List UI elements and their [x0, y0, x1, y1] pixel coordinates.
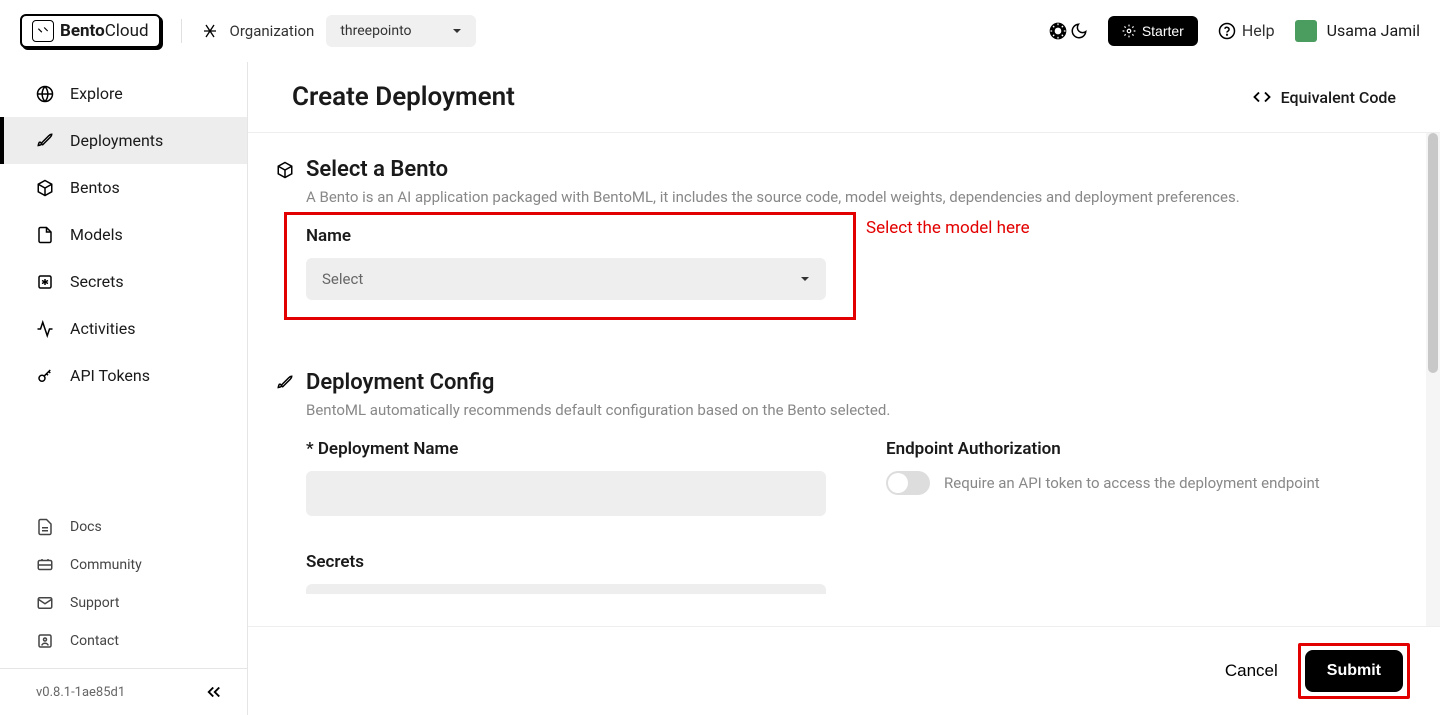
rocket-icon [36, 132, 54, 150]
sidebar-item-label: Explore [70, 84, 123, 103]
sidebar-item-label: Contact [70, 633, 119, 649]
sidebar-item-explore[interactable]: Explore [0, 70, 247, 117]
box-icon [36, 179, 54, 197]
org-value: threepointo [340, 23, 411, 39]
help-link[interactable]: Help [1218, 21, 1275, 40]
file-icon [36, 226, 54, 244]
avatar [1295, 20, 1317, 42]
starter-label: Starter [1142, 23, 1184, 39]
name-label: Name [306, 226, 1396, 246]
section-title-config: Deployment Config [306, 370, 494, 395]
scrollbar-track[interactable] [1426, 133, 1440, 626]
caret-down-icon [800, 274, 810, 284]
sidebar-item-docs[interactable]: Docs [0, 508, 247, 546]
theme-toggle[interactable] [1048, 21, 1088, 41]
world-icon [36, 85, 54, 103]
activity-icon [36, 320, 54, 338]
logo-icon [32, 20, 54, 42]
annotation-text-select: Select the model here [866, 218, 1030, 238]
scrollbar-thumb[interactable] [1428, 133, 1438, 373]
version-label: v0.8.1-1ae85d1 [36, 685, 125, 700]
org-label: Organization [230, 22, 315, 40]
doc-icon [36, 518, 54, 536]
equiv-code-label: Equivalent Code [1281, 88, 1396, 107]
support-icon [36, 594, 54, 612]
sidebar-item-support[interactable]: Support [0, 584, 247, 622]
user-name: Usama Jamil [1327, 21, 1420, 40]
main-content: Create Deployment Equivalent Code Select… [248, 62, 1440, 715]
sidebar-item-label: Bentos [70, 178, 120, 197]
logo-text-thin: Cloud [105, 21, 149, 41]
code-icon [1253, 88, 1271, 106]
secrets-field-partial[interactable] [306, 584, 826, 594]
sidebar-item-secrets[interactable]: Secrets [0, 258, 247, 305]
org-selector[interactable]: threepointo [326, 15, 475, 47]
section-desc-config: BentoML automatically recommends default… [306, 401, 1396, 419]
sidebar-item-api-tokens[interactable]: API Tokens [0, 352, 247, 399]
endpoint-auth-desc: Require an API token to access the deplo… [944, 474, 1320, 492]
logo-text-bold: Bento [60, 21, 105, 41]
org-icon [202, 23, 218, 39]
key-icon [36, 367, 54, 385]
collapse-sidebar-button[interactable] [205, 683, 223, 701]
box-icon [276, 161, 294, 179]
sidebar-item-bentos[interactable]: Bentos [0, 164, 247, 211]
sidebar-item-label: API Tokens [70, 366, 150, 385]
asterisk-icon [36, 273, 54, 291]
sidebar-item-label: Models [70, 225, 123, 244]
sidebar-item-community[interactable]: Community [0, 546, 247, 584]
annotation-box-submit: Submit [1298, 643, 1410, 699]
header-divider [181, 19, 182, 43]
section-title-bento: Select a Bento [306, 157, 448, 182]
user-menu[interactable]: Usama Jamil [1295, 20, 1420, 42]
select-placeholder: Select [322, 270, 363, 288]
deployment-name-input[interactable] [306, 471, 826, 516]
rocket-icon [276, 374, 294, 392]
sidebar: Explore Deployments Bentos Models Secret… [0, 62, 248, 715]
page-title: Create Deployment [292, 82, 515, 112]
bento-name-select[interactable]: Select [306, 258, 826, 300]
help-label: Help [1242, 21, 1275, 40]
starter-button[interactable]: Starter [1108, 16, 1198, 46]
gear-icon [1122, 24, 1136, 38]
app-header: BentoCloud Organization threepointo Star… [0, 0, 1440, 62]
chevron-double-left-icon [205, 683, 223, 701]
sidebar-item-models[interactable]: Models [0, 211, 247, 258]
sidebar-item-contact[interactable]: Contact [0, 622, 247, 660]
community-icon [36, 556, 54, 574]
section-desc-bento: A Bento is an AI application packaged wi… [306, 188, 1396, 206]
help-icon [1218, 22, 1236, 40]
sidebar-item-label: Activities [70, 319, 135, 338]
endpoint-auth-label: Endpoint Authorization [886, 439, 1320, 459]
sidebar-item-label: Deployments [70, 131, 163, 150]
sidebar-item-label: Support [70, 595, 119, 611]
cancel-button[interactable]: Cancel [1225, 661, 1278, 681]
equivalent-code-button[interactable]: Equivalent Code [1253, 88, 1396, 107]
contact-icon [36, 632, 54, 650]
sidebar-item-label: Community [70, 557, 142, 573]
deployment-name-label: Deployment Name [306, 439, 826, 459]
submit-button[interactable]: Submit [1305, 650, 1403, 692]
logo[interactable]: BentoCloud [20, 14, 161, 48]
moon-icon [1070, 22, 1088, 40]
sidebar-item-activities[interactable]: Activities [0, 305, 247, 352]
caret-down-icon [452, 26, 462, 36]
sidebar-item-label: Secrets [70, 272, 124, 291]
sidebar-item-deployments[interactable]: Deployments [0, 117, 247, 164]
endpoint-auth-toggle[interactable] [886, 471, 930, 495]
sun-icon [1048, 21, 1068, 41]
secrets-label: Secrets [306, 552, 1396, 572]
sidebar-item-label: Docs [70, 519, 102, 535]
